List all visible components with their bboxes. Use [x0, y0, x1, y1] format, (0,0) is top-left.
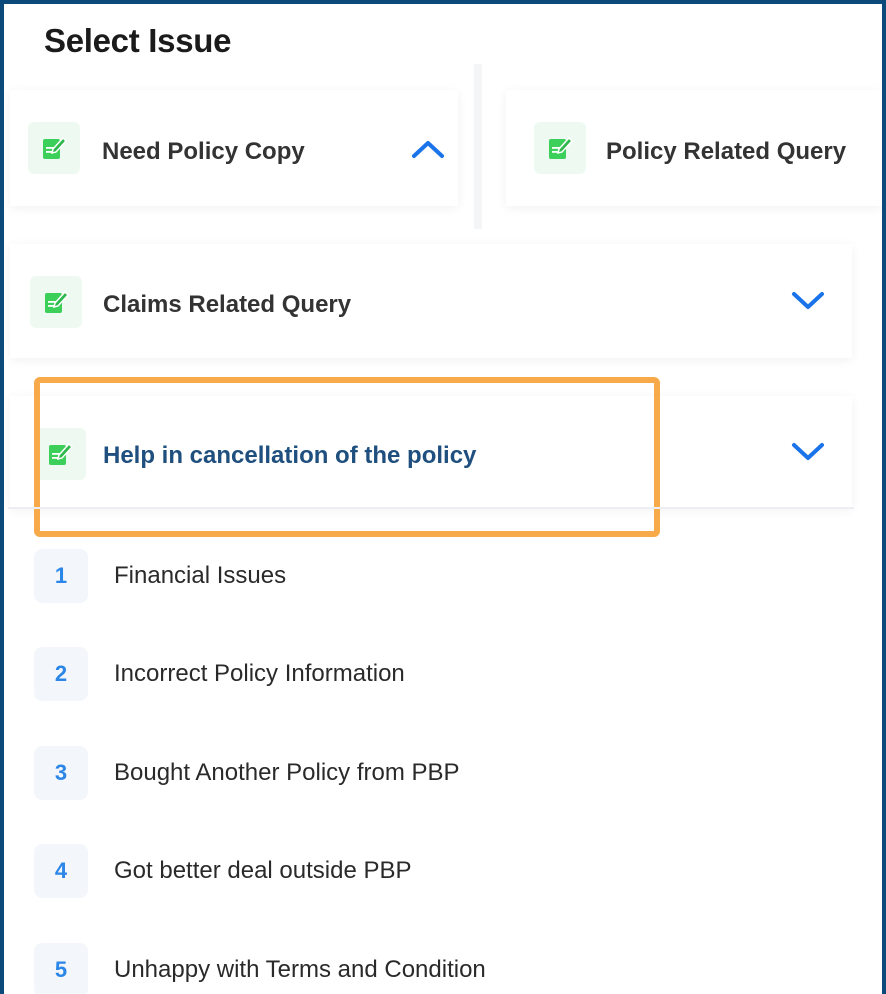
chevron-up-icon[interactable]	[410, 138, 446, 160]
list-item-reason[interactable]: 3 Bought Another Policy from PBP	[34, 746, 734, 802]
item-number-badge: 2	[34, 647, 88, 701]
app-frame: Select Issue Need Policy Copy Policy Rel…	[4, 4, 882, 994]
section-divider	[8, 507, 854, 509]
list-item-reason[interactable]: 2 Incorrect Policy Information	[34, 647, 734, 703]
chevron-down-icon[interactable]	[790, 290, 826, 312]
page-title: Select Issue	[44, 22, 232, 59]
document-edit-icon	[28, 122, 80, 174]
selection-highlight	[34, 377, 660, 537]
issue-card-policy-related-query[interactable]: Policy Related Query	[506, 90, 882, 206]
list-item-reason[interactable]: 1 Financial Issues	[34, 549, 734, 605]
issue-card-claims-related-query[interactable]: Claims Related Query	[10, 244, 852, 358]
issue-label: Policy Related Query	[606, 138, 847, 165]
chevron-down-icon[interactable]	[790, 441, 826, 463]
item-number-badge: 1	[34, 549, 88, 603]
item-number-badge: 5	[34, 943, 88, 994]
list-item-reason[interactable]: 5 Unhappy with Terms and Condition	[34, 943, 734, 994]
issue-label: Need Policy Copy	[102, 138, 305, 165]
issue-card-need-policy-copy[interactable]: Need Policy Copy	[10, 90, 458, 206]
reason-text: Incorrect Policy Information	[114, 660, 405, 687]
item-number-badge: 4	[34, 844, 88, 898]
issue-label: Claims Related Query	[103, 291, 352, 318]
item-number-badge: 3	[34, 746, 88, 800]
reason-text: Bought Another Policy from PBP	[114, 759, 460, 786]
column-divider	[474, 64, 482, 229]
document-edit-icon	[534, 122, 586, 174]
reason-text: Financial Issues	[114, 562, 287, 589]
document-edit-icon	[30, 276, 82, 328]
reason-text: Unhappy with Terms and Condition	[114, 956, 486, 983]
reason-text: Got better deal outside PBP	[114, 857, 412, 884]
list-item-reason[interactable]: 4 Got better deal outside PBP	[34, 844, 734, 900]
